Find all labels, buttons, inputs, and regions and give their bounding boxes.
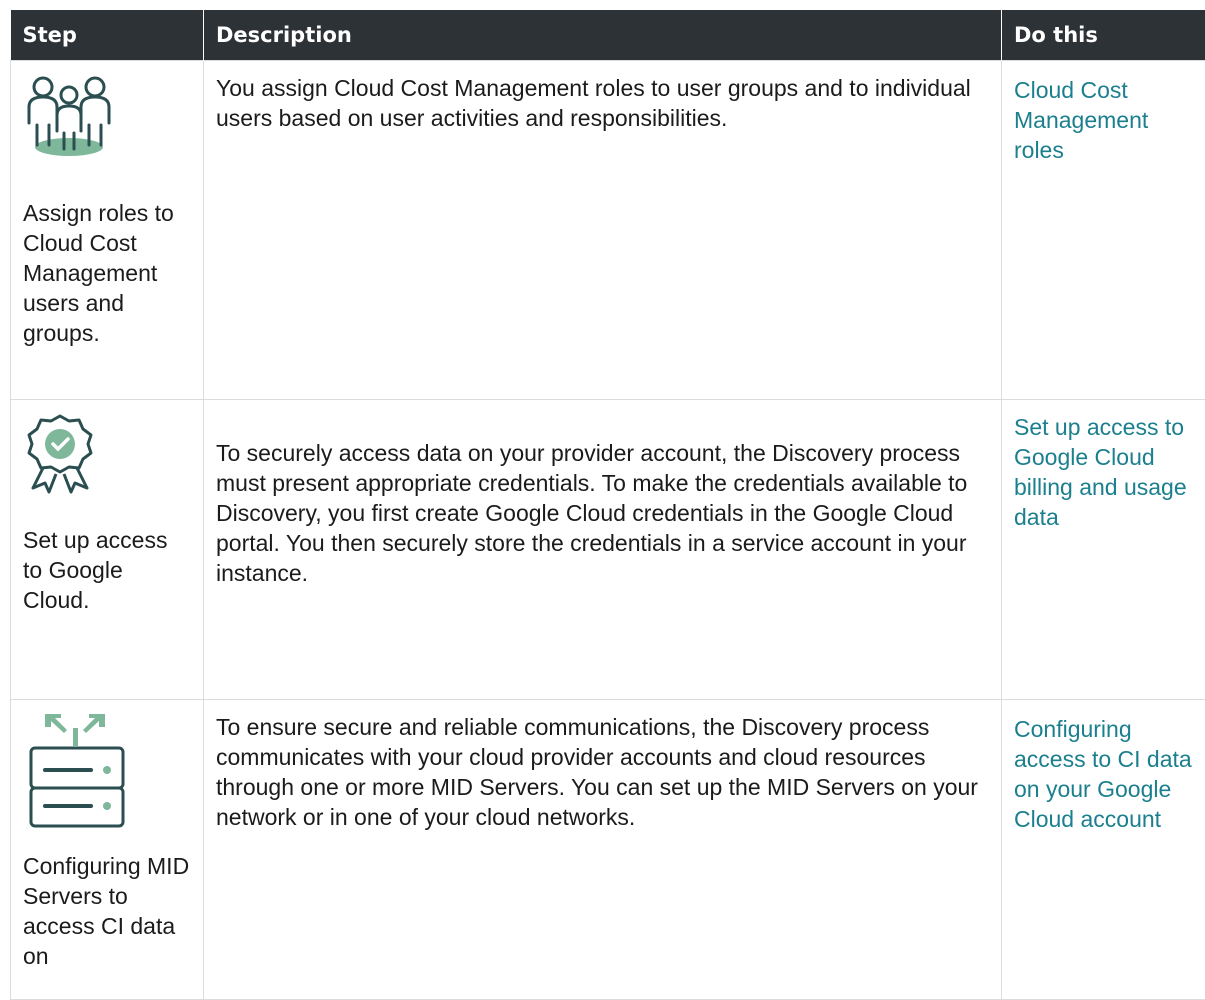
link-configuring-access-ci-data[interactable]: Configuring access to CI data on your Go…: [1014, 714, 1195, 834]
step-label: Assign roles to Cloud Cost Management us…: [23, 198, 193, 348]
header-step: Step: [11, 10, 204, 60]
table-row: Set up access to Google Cloud. To secure…: [11, 399, 1205, 699]
link-set-up-access-google-cloud[interactable]: Set up access to Google Cloud billing an…: [1014, 412, 1195, 532]
steps-table: Step Description Do this: [10, 10, 1205, 1000]
step-label: Set up access to Google Cloud.: [23, 525, 193, 615]
link-cloud-cost-management-roles[interactable]: Cloud Cost Management roles: [1014, 75, 1195, 165]
step-cell: Set up access to Google Cloud.: [11, 399, 204, 699]
server-network-icon: [23, 712, 193, 837]
step-cell: Configuring MID Servers to access CI dat…: [11, 699, 204, 999]
step-cell: Assign roles to Cloud Cost Management us…: [11, 60, 204, 399]
description-cell: To ensure secure and reliable communicat…: [204, 699, 1002, 999]
step-label: Configuring MID Servers to access CI dat…: [23, 851, 193, 971]
header-description: Description: [204, 10, 1002, 60]
do-this-cell: Configuring access to CI data on your Go…: [1002, 699, 1205, 999]
do-this-cell: Set up access to Google Cloud billing an…: [1002, 399, 1205, 699]
header-do-this: Do this: [1002, 10, 1205, 60]
description-cell: You assign Cloud Cost Management roles t…: [204, 60, 1002, 399]
table-row: Configuring MID Servers to access CI dat…: [11, 699, 1205, 999]
table-row: Assign roles to Cloud Cost Management us…: [11, 60, 1205, 399]
users-group-icon: [23, 73, 193, 166]
certificate-badge-icon: [23, 412, 193, 501]
do-this-cell: Cloud Cost Management roles: [1002, 60, 1205, 399]
description-cell: To securely access data on your provider…: [204, 399, 1002, 699]
table-header: Step Description Do this: [11, 10, 1205, 60]
